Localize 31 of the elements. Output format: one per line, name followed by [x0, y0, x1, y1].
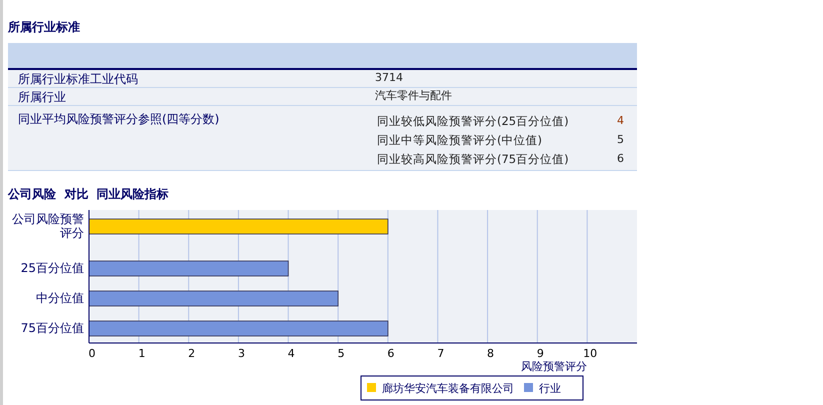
tick-label: 0 — [88, 347, 96, 360]
tick-label: 2 — [188, 347, 196, 360]
category-label: 25百分位值 — [20, 261, 84, 275]
category-label: 75百分位值 — [20, 321, 84, 335]
row-label: 所属行业 — [17, 88, 67, 106]
tick-label: 6 — [387, 347, 394, 360]
row-label: 同业平均风险预警评分参照(四等分数) — [17, 111, 220, 128]
reference-name: 同业较低风险预警评分(25百分位值) — [377, 112, 570, 130]
category-label: 中分位值 — [36, 291, 84, 305]
legend-label: 行业 — [539, 382, 561, 395]
reference-name: 同业较高风险预警评分(75百分位值) — [377, 150, 570, 168]
tick-label: 5 — [338, 347, 345, 360]
reference-score: 6 — [617, 151, 624, 168]
tick-label: 9 — [536, 347, 544, 360]
legend-label: 廊坊华安汽车装备有限公司 — [382, 382, 514, 395]
tick-label: 3 — [238, 347, 245, 360]
tick-label: 7 — [437, 347, 444, 360]
row-label: 所属行业标准工业代码 — [17, 70, 139, 88]
tick-label: 10 — [583, 347, 598, 360]
tick-label: 8 — [487, 347, 494, 360]
section-title: 所属行业标准 — [8, 19, 81, 36]
reference-name: 同业中等风险预警评分(中位值) — [377, 132, 543, 149]
reference-score: 4 — [617, 113, 624, 130]
tick-label: 4 — [288, 347, 295, 360]
reference-score: 5 — [617, 132, 624, 148]
row-value: 汽车零件与配件 — [375, 88, 452, 104]
row-value: 3714 — [375, 70, 403, 86]
tick-label: 1 — [138, 347, 146, 360]
axis-title: 风险预警评分 — [521, 360, 587, 373]
category-label: 公司风险预警评分 — [12, 212, 84, 240]
chart-title: 公司风险 对比 同业风险指标 — [8, 186, 170, 203]
